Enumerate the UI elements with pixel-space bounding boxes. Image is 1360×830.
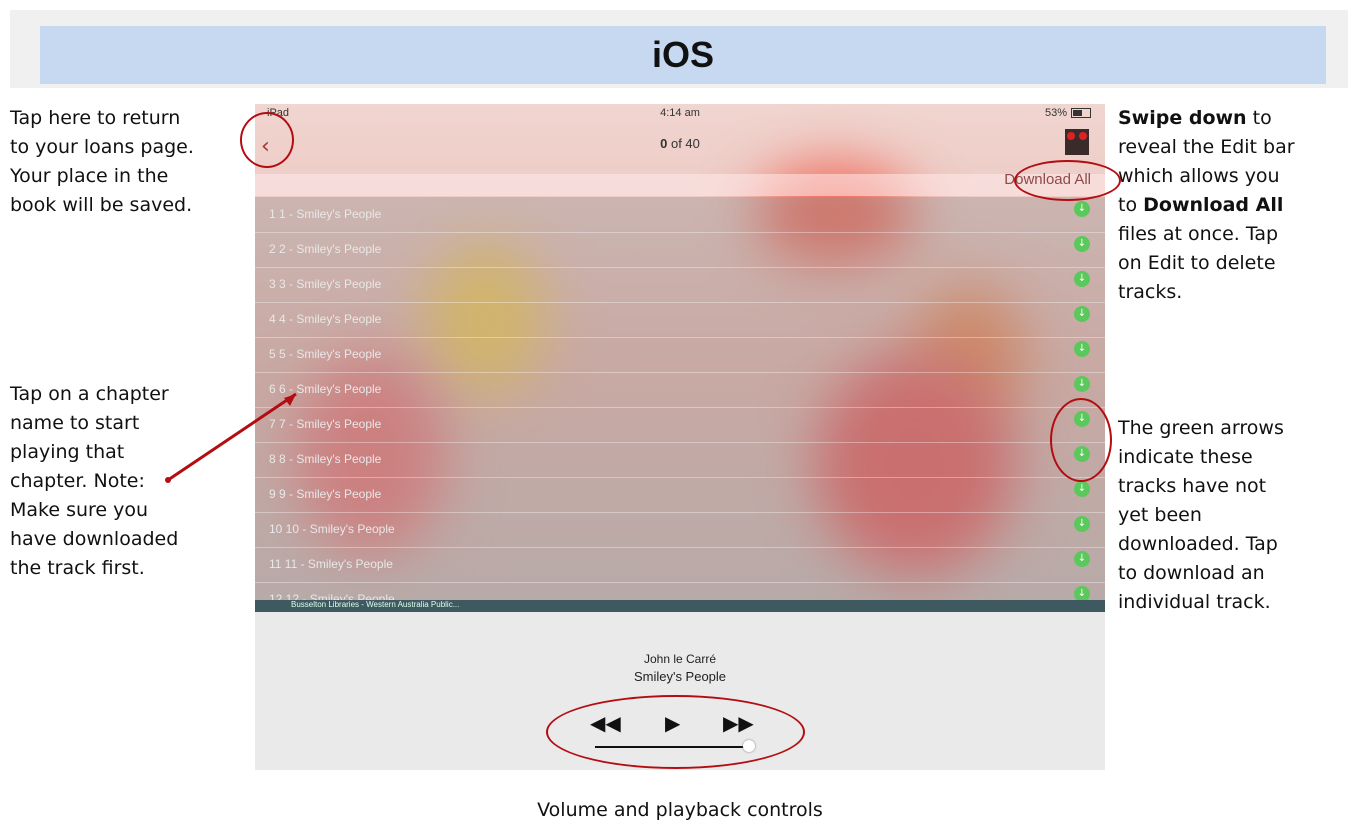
track-row[interactable]: 5 5 - Smiley's People ↓: [255, 337, 1105, 373]
track-label: 3 3 - Smiley's People: [269, 277, 382, 291]
note-text: to: [1246, 107, 1272, 129]
status-bar: iPad 4:14 am 53%: [255, 104, 1105, 124]
battery-percent: 53%: [1044, 107, 1067, 119]
track-row[interactable]: 6 6 - Smiley's People ↓: [255, 372, 1105, 408]
note-line: book will be saved.: [10, 194, 193, 216]
note-line: on Edit to delete: [1118, 252, 1276, 274]
library-source-bar: Busselton Libraries - Western Australia …: [255, 600, 1105, 612]
header-banner: iOS: [10, 10, 1348, 88]
annotation-circle-back: [240, 112, 294, 168]
track-row[interactable]: 1 1 - Smiley's People ↓: [255, 197, 1105, 233]
note-line: playing that: [10, 441, 125, 463]
track-row[interactable]: 9 9 - Smiley's People ↓: [255, 477, 1105, 513]
note-line: yet been: [1118, 504, 1202, 526]
track-label: 4 4 - Smiley's People: [269, 312, 382, 326]
banner-title: iOS: [651, 34, 714, 75]
note-line: files at once. Tap: [1118, 223, 1279, 245]
note-line: tracks have not: [1118, 475, 1267, 497]
note-line: Make sure you: [10, 499, 149, 521]
note-bold: Swipe down: [1118, 107, 1247, 129]
track-row[interactable]: 4 4 - Smiley's People ↓: [255, 302, 1105, 338]
download-arrow-icon[interactable]: ↓: [1074, 341, 1090, 357]
annotation-circle-green-arrows: [1050, 398, 1112, 482]
track-label: 2 2 - Smiley's People: [269, 242, 382, 256]
annotation-circle-download-all: [1014, 160, 1121, 201]
edit-bar: [255, 174, 1105, 196]
download-arrow-icon[interactable]: ↓: [1074, 376, 1090, 392]
track-row[interactable]: 3 3 - Smiley's People ↓: [255, 267, 1105, 303]
note-chapter-instructions: Tap on a chapter name to start playing t…: [10, 380, 178, 583]
track-label: 11 11 - Smiley's People: [269, 557, 393, 571]
annotation-circle-playback: [546, 695, 805, 769]
note-line: downloaded. Tap: [1118, 533, 1278, 555]
note-green-arrows: The green arrows indicate these tracks h…: [1118, 414, 1284, 617]
battery-icon: [1071, 108, 1091, 118]
banner-title-box: iOS: [40, 26, 1326, 84]
track-list: 1 1 - Smiley's People ↓ 2 2 - Smiley's Pe…: [255, 197, 1105, 618]
annotation-arrow-icon: [165, 392, 297, 483]
note-line: Tap on a chapter: [10, 383, 169, 405]
download-arrow-icon[interactable]: ↓: [1074, 201, 1090, 217]
note-line: Tap here to return: [10, 107, 181, 129]
track-counter: 0 of 40: [255, 136, 1105, 151]
ipad-screen: iPad 4:14 am 53% ‹ 0 of 40 Download All …: [255, 104, 1105, 770]
download-arrow-icon[interactable]: ↓: [1074, 236, 1090, 252]
track-label: 1 1 - Smiley's People: [269, 207, 382, 221]
note-line: Your place in the: [10, 165, 169, 187]
note-text: to: [1118, 194, 1144, 216]
note-line: The green arrows: [1118, 417, 1284, 439]
track-label: 10 10 - Smiley's People: [269, 522, 395, 536]
note-line: tracks.: [1118, 281, 1183, 303]
note-line: to your loans page.: [10, 136, 194, 158]
note-line: the track first.: [10, 557, 145, 579]
caption-playback: Volume and playback controls: [537, 799, 823, 821]
nav-bar: ‹ 0 of 40: [255, 124, 1105, 174]
download-arrow-icon[interactable]: ↓: [1074, 306, 1090, 322]
clock: 4:14 am: [660, 107, 700, 119]
note-bold: Download All: [1143, 194, 1284, 216]
track-row[interactable]: 8 8 - Smiley's People ↓: [255, 442, 1105, 478]
download-arrow-icon[interactable]: ↓: [1074, 271, 1090, 287]
download-arrow-icon[interactable]: ↓: [1074, 481, 1090, 497]
note-line: Swipe down to: [1118, 104, 1295, 133]
note-swipe-instructions: Swipe down to reveal the Edit bar which …: [1118, 104, 1295, 307]
player-title: Smiley's People: [633, 669, 727, 684]
note-line: to Download All: [1118, 191, 1295, 220]
note-line: which allows you: [1118, 165, 1280, 187]
download-arrow-icon[interactable]: ↓: [1074, 516, 1090, 532]
counter-total: of 40: [670, 136, 700, 151]
track-row[interactable]: 10 10 - Smiley's People ↓: [255, 512, 1105, 548]
note-back-instructions: Tap here to return to your loans page. Y…: [10, 104, 194, 220]
track-row[interactable]: 11 11 - Smiley's People ↓: [255, 547, 1105, 583]
player-author: John le Carré: [643, 652, 717, 666]
book-cover-thumbnail[interactable]: [1065, 129, 1089, 155]
note-line: reveal the Edit bar: [1118, 136, 1295, 158]
note-line: have downloaded: [10, 528, 179, 550]
battery-status: 53%: [1045, 107, 1091, 119]
note-line: name to start: [10, 412, 140, 434]
note-line: chapter. Note:: [10, 470, 145, 492]
track-label: 9 9 - Smiley's People: [269, 487, 382, 501]
note-line: to download an: [1118, 562, 1265, 584]
download-arrow-icon[interactable]: ↓: [1074, 551, 1090, 567]
track-row[interactable]: 7 7 - Smiley's People ↓: [255, 407, 1105, 443]
note-line: individual track.: [1118, 591, 1271, 613]
counter-current: 0: [660, 136, 668, 151]
track-label: 5 5 - Smiley's People: [269, 347, 382, 361]
library-source-label: Busselton Libraries - Western Australia …: [291, 600, 460, 609]
note-line: indicate these: [1118, 446, 1253, 468]
track-row[interactable]: 2 2 - Smiley's People ↓: [255, 232, 1105, 268]
